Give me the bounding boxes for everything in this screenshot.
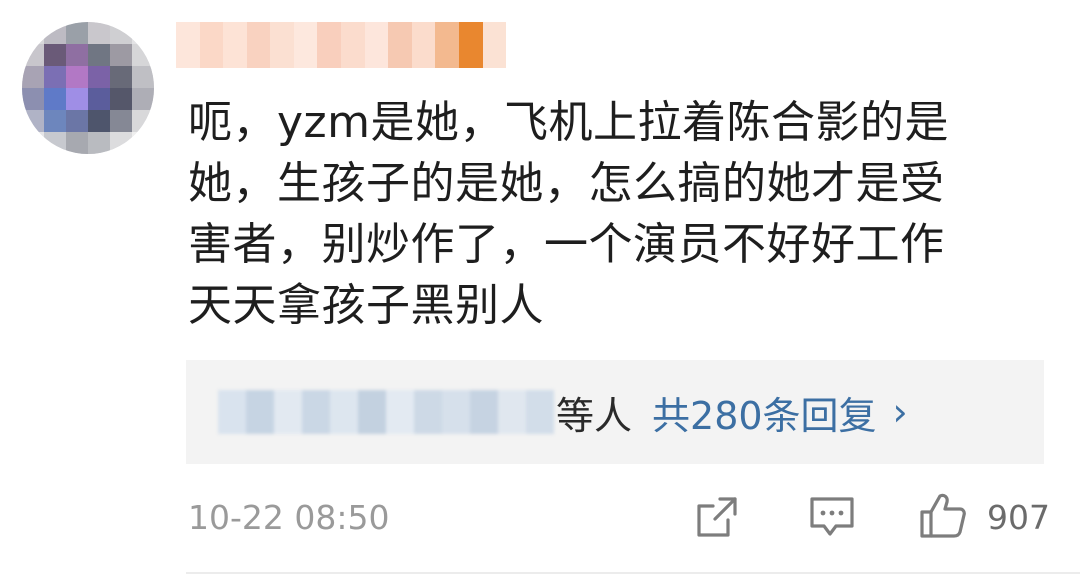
reply-usernames-blurred — [218, 390, 554, 434]
reply-users-suffix: 等人 — [556, 393, 633, 438]
chevron-right-icon: › — [892, 390, 908, 434]
share-icon[interactable] — [694, 494, 740, 540]
comment-line-4: 天天拿孩子黑别人 — [188, 280, 544, 331]
view-replies-label: 共280条回复 — [652, 393, 877, 438]
avatar[interactable] — [22, 22, 154, 154]
comment-timestamp: 10-22 08:50 — [188, 498, 390, 537]
like-count: 907 — [987, 498, 1050, 537]
replies-panel[interactable]: 等人 共280条回复 › — [186, 360, 1044, 464]
divider — [186, 572, 1080, 574]
username-pixelated[interactable] — [176, 22, 507, 68]
comment-text: 呃，yzm是她，飞机上拉着陈合影的是 她，生孩子的是她，怎么搞的她才是受 害者，… — [188, 92, 1028, 336]
view-replies-link[interactable]: 共280条回复 › — [652, 385, 908, 440]
comment-line-2: 她，生孩子的是她，怎么搞的她才是受 — [188, 158, 945, 209]
comment-actions: 907 — [690, 490, 1050, 544]
comment-icon[interactable] — [808, 494, 856, 540]
thumbs-up-icon[interactable] — [918, 490, 968, 540]
comment-line-1: 呃，yzm是她，飞机上拉着陈合影的是 — [188, 97, 949, 148]
comment-line-3: 害者，别炒作了，一个演员不好好工作 — [188, 219, 945, 270]
